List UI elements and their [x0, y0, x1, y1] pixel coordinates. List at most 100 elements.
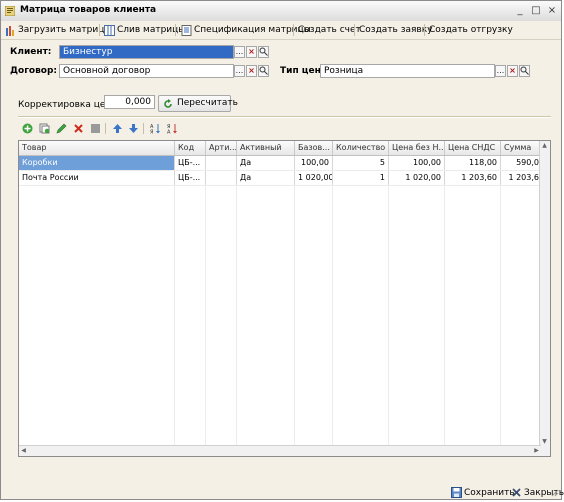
contract-select-button[interactable]: ... — [234, 65, 245, 77]
cell-active[interactable]: Да — [237, 171, 295, 185]
column-header-sum[interactable]: Сумма — [501, 141, 541, 155]
column-header-base-price[interactable]: Базов... — [295, 141, 333, 155]
contract-field[interactable]: Основной договор — [59, 64, 234, 78]
column-guide — [388, 186, 389, 446]
cell-price-no-vat[interactable]: 100,00 — [389, 156, 445, 170]
magnifier-icon — [520, 66, 529, 75]
svg-text:Я: Я — [150, 130, 153, 135]
column-header-active[interactable]: Активный — [237, 141, 295, 155]
column-header-code[interactable]: Код — [175, 141, 206, 155]
price-type-clear-button[interactable]: × — [507, 65, 518, 77]
copy-row-icon[interactable] — [39, 123, 50, 134]
sort-descending-icon[interactable]: ЯA — [167, 123, 178, 134]
client-select-button[interactable]: ... — [234, 46, 245, 58]
cell-code[interactable]: ЦБ-... — [175, 156, 206, 170]
client-field[interactable]: Бизнестур — [59, 45, 234, 59]
load-matrix-button[interactable]: Загрузить матрицу — [18, 24, 110, 37]
cell-quantity[interactable]: 5 — [333, 156, 389, 170]
recalculate-button[interactable]: Пересчитать — [158, 95, 238, 112]
cell-article[interactable] — [206, 171, 237, 185]
table-row[interactable]: Коробки ЦБ-... Да 100,00 5 100,00 118,00… — [19, 156, 541, 171]
load-matrix-icon — [6, 26, 14, 36]
svg-text:A: A — [167, 130, 171, 135]
price-type-field[interactable]: Розница — [320, 64, 495, 78]
recalculate-label: Пересчитать — [177, 98, 238, 108]
save-icon — [451, 487, 462, 498]
toolbar-separator — [424, 24, 425, 36]
add-row-icon[interactable] — [22, 123, 33, 134]
close-window-button[interactable]: × — [546, 5, 558, 17]
divider — [18, 117, 551, 118]
client-label: Клиент: — [10, 47, 52, 57]
toolbar-separator — [354, 24, 355, 36]
move-up-icon[interactable] — [112, 123, 123, 134]
column-guide — [294, 186, 295, 446]
cell-quantity[interactable]: 1 — [333, 171, 389, 185]
toolbar-separator — [99, 24, 100, 36]
move-down-icon[interactable] — [128, 123, 139, 134]
cell-price-no-vat[interactable]: 1 020,00 — [389, 171, 445, 185]
delete-row-icon[interactable] — [73, 123, 84, 134]
column-guide — [332, 186, 333, 446]
cell-code[interactable]: ЦБ-... — [175, 171, 206, 185]
mark-deletion-icon[interactable] — [90, 123, 101, 134]
table-row[interactable]: Почта России ЦБ-... Да 1 020,00 1 1 020,… — [19, 171, 541, 186]
goods-table[interactable]: Товар Код Арти... Активный Базов... Коли… — [18, 140, 551, 457]
column-header-quantity[interactable]: Количество — [333, 141, 389, 155]
save-button[interactable]: Сохранить — [464, 488, 515, 498]
column-header-price-vat[interactable]: Цена СНДС — [445, 141, 501, 155]
cell-base-price[interactable]: 1 020,00 — [295, 171, 333, 185]
cell-article[interactable] — [206, 156, 237, 170]
resize-grip-icon[interactable] — [551, 489, 559, 497]
client-clear-button[interactable]: × — [246, 46, 257, 58]
horizontal-scrollbar[interactable]: ◀ ▶ — [19, 445, 541, 456]
cell-price-vat[interactable]: 118,00 — [445, 156, 501, 170]
refresh-icon — [164, 99, 172, 108]
column-header-price-no-vat[interactable]: Цена без Н... — [389, 141, 445, 155]
column-guide — [444, 186, 445, 446]
price-type-select-button[interactable]: ... — [495, 65, 506, 77]
command-bar: Загрузить матрицу Слив матрицы Специфика… — [1, 21, 561, 40]
column-guide — [500, 186, 501, 446]
cell-sum[interactable]: 1 203,6 — [501, 171, 541, 185]
column-header-article[interactable]: Арти... — [206, 141, 237, 155]
client-open-button[interactable] — [258, 46, 269, 58]
toolbar-separator — [175, 24, 176, 36]
cell-product[interactable]: Коробки — [19, 156, 175, 170]
table-header: Товар Код Арти... Активный Базов... Коли… — [19, 141, 541, 156]
maximize-button[interactable]: □ — [530, 5, 542, 17]
toolbar-separator — [293, 24, 294, 36]
cell-product[interactable]: Почта России — [19, 171, 175, 185]
scroll-up-arrow-icon[interactable]: ▲ — [540, 141, 549, 150]
title-bar: Матрица товаров клиента _ □ × — [1, 1, 561, 22]
close-icon — [512, 488, 521, 497]
cell-active[interactable]: Да — [237, 156, 295, 170]
scroll-thumb[interactable] — [265, 447, 295, 454]
sort-ascending-icon[interactable]: AЯ — [150, 123, 161, 134]
column-header-product[interactable]: Товар — [19, 141, 175, 155]
magnifier-icon — [259, 66, 268, 75]
contract-clear-button[interactable]: × — [246, 65, 257, 77]
matrix-window: Матрица товаров клиента _ □ × Загрузить … — [0, 0, 564, 500]
price-adjust-field[interactable]: 0,000 — [104, 95, 155, 109]
cell-price-vat[interactable]: 1 203,60 — [445, 171, 501, 185]
create-shipment-button[interactable]: Создать отгрузку — [429, 24, 513, 37]
contract-open-button[interactable] — [258, 65, 269, 77]
create-invoice-button[interactable]: Создать счет — [298, 24, 361, 37]
table-toolbar-separator — [105, 123, 106, 134]
cell-sum[interactable]: 590,0 — [501, 156, 541, 170]
create-order-button[interactable]: Создать заявку — [359, 24, 433, 37]
edit-row-icon[interactable] — [56, 123, 67, 134]
table-toolbar-separator — [143, 123, 144, 134]
magnifier-icon — [259, 47, 268, 56]
minimize-button[interactable]: _ — [514, 5, 526, 17]
scroll-left-arrow-icon[interactable]: ◀ — [19, 446, 28, 455]
scroll-right-arrow-icon[interactable]: ▶ — [532, 446, 541, 455]
specification-icon — [181, 25, 192, 36]
price-type-open-button[interactable] — [519, 65, 530, 77]
scroll-down-arrow-icon[interactable]: ▼ — [540, 437, 549, 446]
cell-base-price[interactable]: 100,00 — [295, 156, 333, 170]
price-type-label: Тип цен: — [280, 66, 325, 76]
vertical-scrollbar[interactable]: ▲ ▼ — [539, 141, 550, 456]
column-guide — [236, 186, 237, 446]
